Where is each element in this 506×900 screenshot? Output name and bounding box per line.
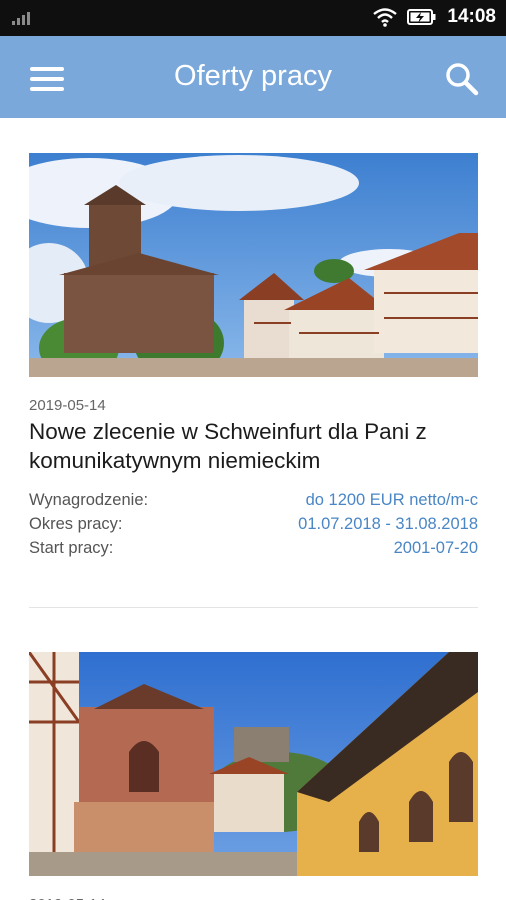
detail-value: 01.07.2018 - 31.08.2018 bbox=[298, 515, 478, 533]
wifi-icon bbox=[373, 8, 398, 27]
detail-row-start: Start pracy: 2001-07-20 bbox=[29, 539, 478, 563]
status-time: 14:08 bbox=[447, 6, 496, 27]
detail-label: Start pracy: bbox=[29, 539, 114, 557]
search-icon[interactable] bbox=[444, 61, 480, 97]
app-bar: Oferty pracy bbox=[0, 36, 506, 118]
job-date: 2019-05-14 bbox=[29, 896, 106, 900]
divider bbox=[29, 607, 478, 608]
detail-label: Okres pracy: bbox=[29, 515, 123, 533]
job-title[interactable]: Nowe zlecenie w Schweinfurt dla Pani z k… bbox=[29, 417, 478, 475]
status-bar: 14:08 bbox=[0, 0, 506, 36]
detail-value: do 1200 EUR netto/m-c bbox=[305, 491, 478, 509]
battery-charging-icon bbox=[407, 9, 436, 25]
page-title: Oferty pracy bbox=[174, 60, 332, 92]
signal-icon bbox=[12, 12, 30, 25]
castle-town-photo bbox=[29, 153, 478, 377]
detail-row-period: Okres pracy: 01.07.2018 - 31.08.2018 bbox=[29, 515, 478, 539]
church-town-photo bbox=[29, 652, 478, 876]
job-card[interactable]: 2019-05-14 Nowe zlecenie w Schweinfurt d… bbox=[29, 153, 478, 573]
job-card[interactable]: 2019-05-14 bbox=[29, 652, 478, 900]
job-list[interactable]: 2019-05-14 Nowe zlecenie w Schweinfurt d… bbox=[0, 118, 506, 900]
detail-row-salary: Wynagrodzenie: do 1200 EUR netto/m-c bbox=[29, 491, 478, 515]
detail-label: Wynagrodzenie: bbox=[29, 491, 149, 509]
job-date: 2019-05-14 bbox=[29, 397, 106, 414]
detail-value: 2001-07-20 bbox=[393, 539, 478, 557]
